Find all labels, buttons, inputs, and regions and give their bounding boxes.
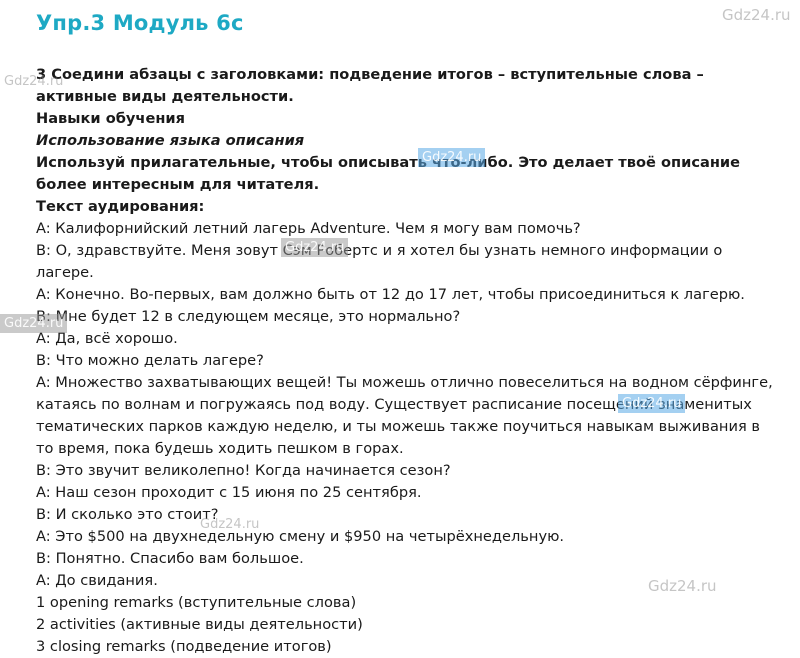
text-line: B: Что можно делать лагере?	[36, 352, 264, 369]
text-line: 3 Соедини абзацы с заголовками: подведен…	[36, 66, 704, 105]
text-line: 2 activities (активные виды деятельности…	[36, 616, 363, 633]
text-line: B: О, здравствуйте. Меня зовут Сэм Робер…	[36, 242, 723, 281]
text-line: 3 closing remarks (подведение итогов)	[36, 638, 332, 655]
text-line: Использование языка описания	[36, 132, 305, 149]
text-line: Текст аудирования:	[36, 198, 205, 215]
text-line: A: Калифорнийский летний лагерь Adventur…	[36, 220, 581, 237]
page-title: Упр.3 Модуль 6c	[36, 11, 244, 35]
text-line: A: До свидания.	[36, 572, 158, 589]
text-line: A: Наш сезон проходит с 15 июня по 25 се…	[36, 484, 422, 501]
text-line: B: И сколько это стоит?	[36, 506, 219, 523]
text-line: A: Это $500 на двухнедельную смену и $95…	[36, 528, 565, 545]
text-line: Навыки обучения	[36, 110, 186, 127]
text-line: B: Понятно. Спасибо вам большое.	[36, 550, 304, 567]
exercise-text: 3 Соедини абзацы с заголовками: подведен…	[36, 64, 776, 658]
text-line: B: Мне будет 12 в следующем месяце, это …	[36, 308, 461, 325]
text-line: B: Это звучит великолепно! Когда начинае…	[36, 462, 451, 479]
text-line: Используй прилагательные, чтобы описыват…	[36, 154, 741, 193]
text-line: A: Да, всё хорошо.	[36, 330, 178, 347]
text-line: A: Конечно. Во-первых, вам должно быть о…	[36, 286, 745, 303]
text-line: 1 opening remarks (вступительные слова)	[36, 594, 357, 611]
text-line: A: Множество захватывающих вещей! Ты мож…	[36, 374, 773, 457]
watermark: Gdz24.ru	[722, 6, 791, 24]
